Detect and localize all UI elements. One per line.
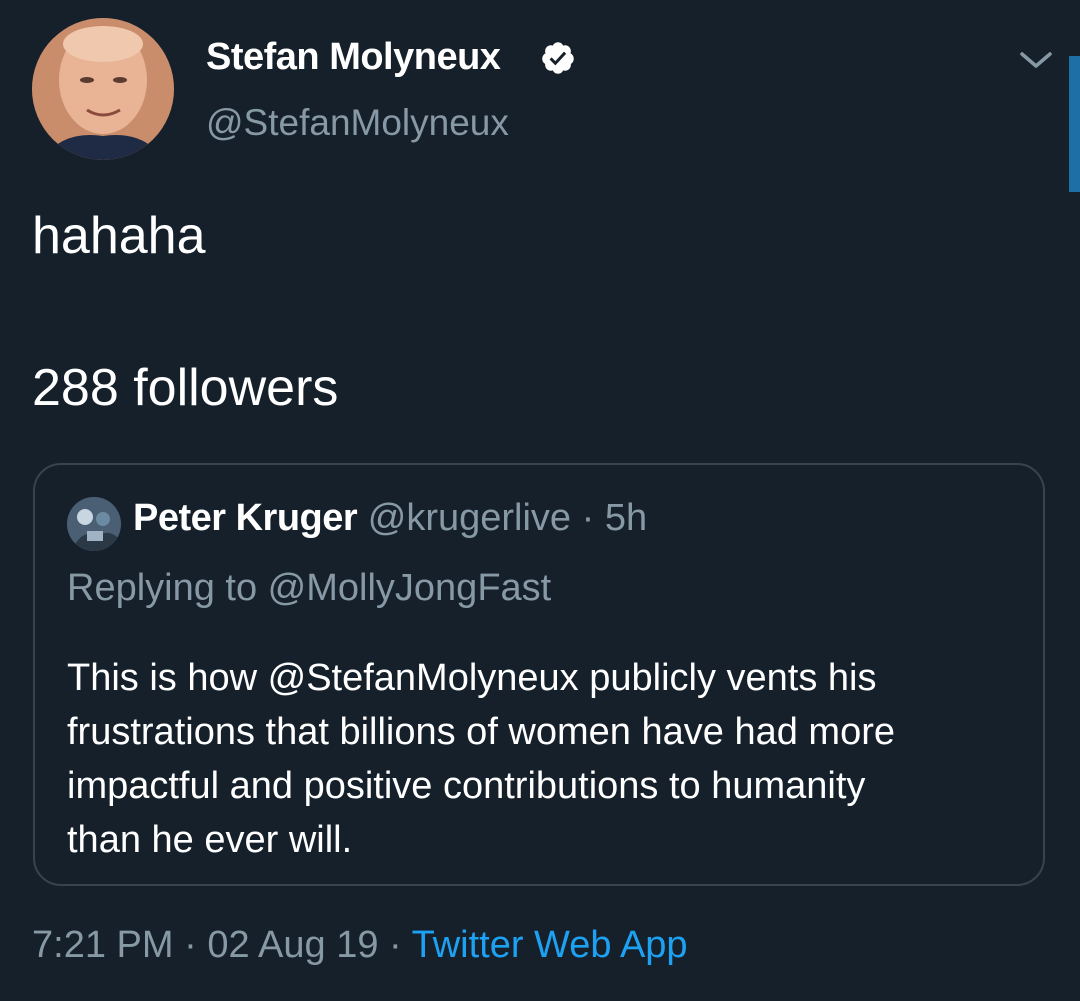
quoted-text-line: frustrations that billions of women have… <box>67 711 895 753</box>
tweet-meta: 7:21 PM · 02 Aug 19 · Twitter Web App <box>32 924 688 967</box>
quoted-timestamp: 5h <box>604 497 648 539</box>
scrollbar[interactable] <box>1069 56 1080 192</box>
quoted-text-line: This is how @StefanMolyneux publicly ven… <box>67 657 877 699</box>
separator-dot: · <box>184 924 197 966</box>
quoted-header: Peter Kruger @krugerlive · 5h <box>133 497 647 540</box>
quoted-text-line: impactful and positive contributions to … <box>67 765 866 807</box>
tweet-text-line: 288 followers <box>32 359 339 417</box>
quoted-tweet[interactable]: Peter Kruger @krugerlive · 5h Replying t… <box>33 463 1045 886</box>
display-name[interactable]: Stefan Molyneux <box>206 36 501 79</box>
quoted-text: This is how @StefanMolyneux publicly ven… <box>67 651 1027 867</box>
quoted-avatar-photo <box>67 497 121 551</box>
chevron-down-icon[interactable] <box>1016 46 1056 74</box>
avatar-photo <box>32 18 174 160</box>
quoted-handle[interactable]: @krugerlive <box>368 497 571 539</box>
tweet: Stefan Molyneux @StefanMolyneux hahaha 2… <box>0 0 1080 1001</box>
tweet-date[interactable]: 02 Aug 19 <box>207 924 378 966</box>
tweet-time[interactable]: 7:21 PM <box>32 924 174 966</box>
quoted-display-name[interactable]: Peter Kruger <box>133 497 358 539</box>
separator-dot: · <box>581 497 595 539</box>
avatar[interactable] <box>32 18 174 160</box>
verified-badge-icon <box>542 42 574 74</box>
replying-to: Replying to @MollyJongFast <box>67 567 552 609</box>
source-link[interactable]: Twitter Web App <box>412 924 688 966</box>
quoted-text-line: than he ever will. <box>67 819 353 861</box>
separator-dot: · <box>389 924 402 966</box>
user-handle[interactable]: @StefanMolyneux <box>206 102 509 144</box>
tweet-text-line: hahaha <box>32 207 206 265</box>
quoted-avatar <box>67 497 121 551</box>
